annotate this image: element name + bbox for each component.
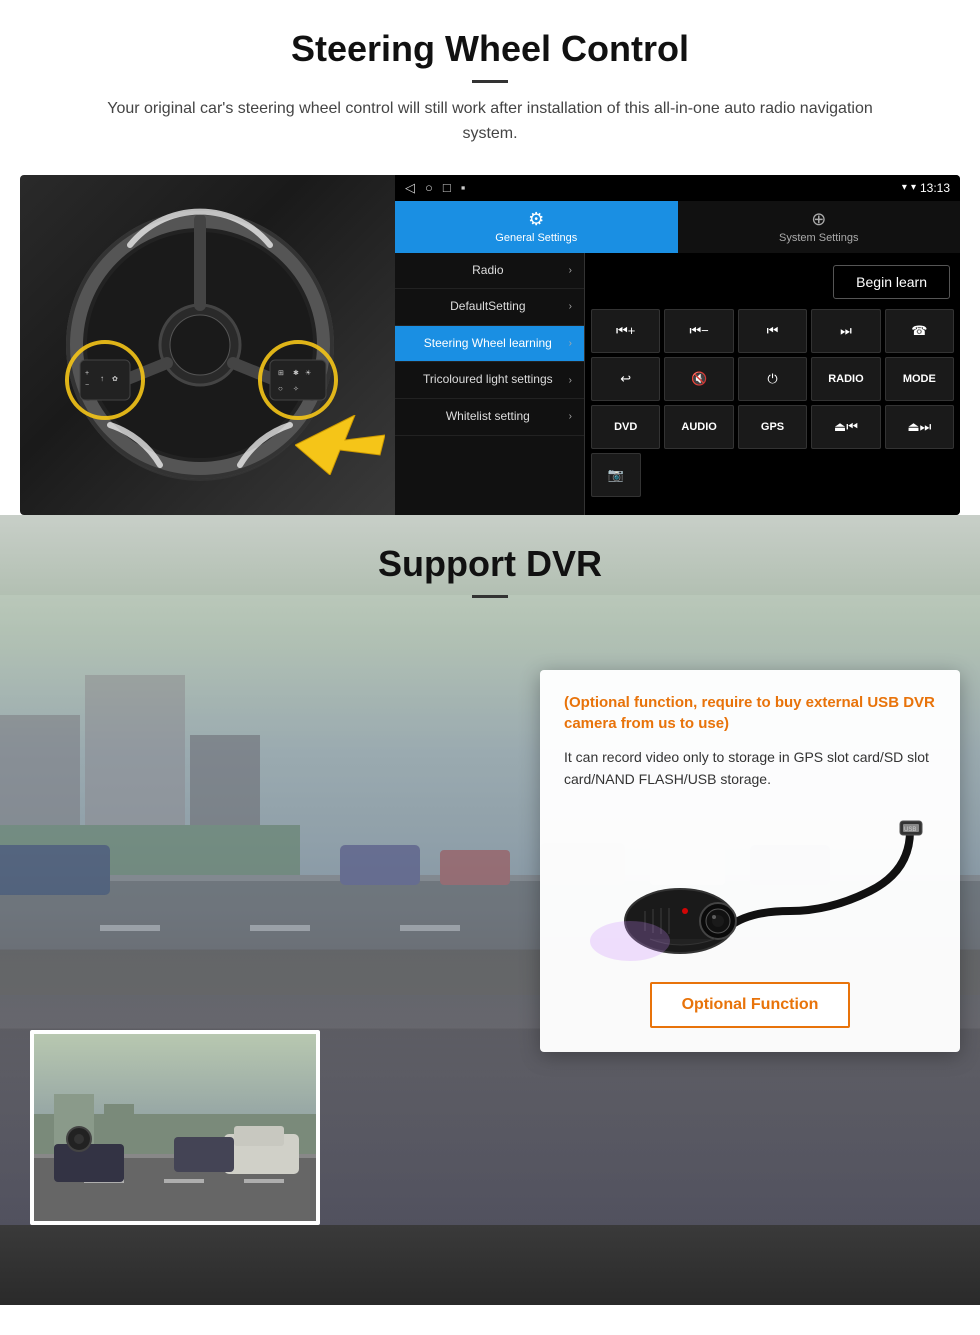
menu-item-tricoloured-label: Tricoloured light settings bbox=[407, 372, 569, 388]
menu-item-defaultsetting[interactable]: DefaultSetting › bbox=[395, 289, 584, 326]
menu-item-steering[interactable]: Steering Wheel learning › bbox=[395, 326, 584, 363]
ctrl-row-4: 📷 bbox=[591, 453, 954, 497]
ctrl-eject-next[interactable]: ⏏⏭ bbox=[885, 405, 954, 449]
chevron-whitelist-icon: › bbox=[569, 411, 572, 422]
steering-title: Steering Wheel Control bbox=[60, 28, 920, 70]
signal-icon: ▾ bbox=[902, 182, 907, 193]
chevron-steering-icon: › bbox=[569, 338, 572, 349]
menu-item-radio[interactable]: Radio › bbox=[395, 253, 584, 290]
dvr-section: Support DVR (Optional function, require … bbox=[0, 515, 980, 1305]
system-settings-icon: ⊕ bbox=[811, 209, 826, 230]
chevron-default-icon: › bbox=[569, 301, 572, 312]
menu-item-defaultsetting-label: DefaultSetting bbox=[407, 299, 569, 315]
chevron-radio-icon: › bbox=[569, 265, 572, 276]
control-grid: ⏮+ ⏮− ⏮ ⏭ ☎ ↩ 🔇 ⏻ RADIO MODE bbox=[591, 309, 954, 497]
menu-list: Radio › DefaultSetting › Steering Wheel … bbox=[395, 253, 585, 515]
menu-item-whitelist-label: Whitelist setting bbox=[407, 409, 569, 425]
dvr-small-photo bbox=[30, 1030, 320, 1225]
tab-system-settings[interactable]: ⊕ System Settings bbox=[678, 201, 961, 253]
dvr-description: It can record video only to storage in G… bbox=[564, 746, 936, 791]
svg-text:✱: ✱ bbox=[293, 369, 299, 377]
dvr-title: Support DVR bbox=[0, 543, 980, 585]
steering-composite: + − ↑ ✿ ⊞ ✱ ☀ ○ ✧ ◁ ○ □ ▪ ▾ ▾ bbox=[20, 175, 960, 515]
wifi-icon: ▾ bbox=[911, 182, 916, 193]
ctrl-power[interactable]: ⏻ bbox=[738, 357, 807, 401]
ctrl-radio[interactable]: RADIO bbox=[811, 357, 880, 401]
android-tabs: ⚙ General Settings ⊕ System Settings bbox=[395, 201, 960, 253]
ctrl-row-1: ⏮+ ⏮− ⏮ ⏭ ☎ bbox=[591, 309, 954, 353]
status-time: 13:13 bbox=[920, 181, 950, 195]
svg-text:✧: ✧ bbox=[293, 385, 299, 393]
ctrl-dvd[interactable]: DVD bbox=[591, 405, 660, 449]
general-settings-icon: ⚙ bbox=[528, 209, 544, 230]
svg-text:↑: ↑ bbox=[100, 374, 104, 383]
ctrl-vol-down[interactable]: ⏮− bbox=[664, 309, 733, 353]
menu-item-tricoloured[interactable]: Tricoloured light settings › bbox=[395, 362, 584, 399]
ctrl-mute[interactable]: 🔇 bbox=[664, 357, 733, 401]
ctrl-prev-track[interactable]: ⏮ bbox=[738, 309, 807, 353]
menu-item-radio-label: Radio bbox=[407, 263, 569, 279]
begin-learn-row: Begin learn bbox=[591, 259, 954, 305]
control-panel: Begin learn ⏮+ ⏮− ⏮ ⏭ ☎ ↩ 🔇 ⏻ bbox=[585, 253, 960, 515]
optional-function-button[interactable]: Optional Function bbox=[650, 982, 850, 1028]
section-divider bbox=[472, 80, 508, 83]
ctrl-row-3: DVD AUDIO GPS ⏏⏮ ⏏⏭ bbox=[591, 405, 954, 449]
menu-icon: ▪ bbox=[461, 180, 466, 196]
ctrl-camera[interactable]: 📷 bbox=[591, 453, 641, 497]
dashboard-strip bbox=[0, 1225, 980, 1305]
svg-text:+: + bbox=[85, 370, 89, 377]
svg-text:☀: ☀ bbox=[305, 369, 311, 377]
ctrl-back[interactable]: ↩ bbox=[591, 357, 660, 401]
ctrl-phone[interactable]: ☎ bbox=[885, 309, 954, 353]
svg-text:−: − bbox=[85, 382, 89, 389]
tab-system-label: System Settings bbox=[779, 232, 858, 244]
status-bar: ◁ ○ □ ▪ ▾ ▾ 13:13 bbox=[395, 175, 960, 201]
back-icon: ◁ bbox=[405, 180, 415, 196]
tab-general-label: General Settings bbox=[495, 232, 577, 244]
steering-photo: + − ↑ ✿ ⊞ ✱ ☀ ○ ✧ bbox=[20, 175, 395, 515]
dvr-optional-text: (Optional function, require to buy exter… bbox=[564, 692, 936, 734]
ctrl-eject-prev[interactable]: ⏏⏮ bbox=[811, 405, 880, 449]
ctrl-audio[interactable]: AUDIO bbox=[664, 405, 733, 449]
menu-item-whitelist[interactable]: Whitelist setting › bbox=[395, 399, 584, 436]
nav-icons: ◁ ○ □ ▪ bbox=[405, 180, 465, 196]
svg-text:✿: ✿ bbox=[112, 376, 118, 383]
dvr-content-area: (Optional function, require to buy exter… bbox=[0, 670, 980, 1053]
svg-text:USB: USB bbox=[904, 827, 916, 833]
ctrl-next-track[interactable]: ⏭ bbox=[811, 309, 880, 353]
menu-item-steering-label: Steering Wheel learning bbox=[407, 336, 569, 352]
svg-text:⊞: ⊞ bbox=[278, 370, 284, 377]
dvr-camera-svg: USB bbox=[570, 811, 930, 961]
ctrl-row-2: ↩ 🔇 ⏻ RADIO MODE bbox=[591, 357, 954, 401]
ctrl-vol-up[interactable]: ⏮+ bbox=[591, 309, 660, 353]
chevron-tricoloured-icon: › bbox=[569, 375, 572, 386]
svg-text:○: ○ bbox=[278, 384, 283, 393]
dvr-divider bbox=[472, 595, 508, 598]
recents-icon: □ bbox=[443, 180, 451, 196]
begin-learn-button[interactable]: Begin learn bbox=[833, 265, 950, 299]
dvr-small-photo-svg bbox=[34, 1034, 320, 1225]
android-panel: ◁ ○ □ ▪ ▾ ▾ 13:13 ⚙ General Settings ⊕ S… bbox=[395, 175, 960, 515]
tab-general-settings[interactable]: ⚙ General Settings bbox=[395, 201, 678, 253]
ctrl-gps[interactable]: GPS bbox=[738, 405, 807, 449]
dvr-camera-illustration: USB bbox=[564, 806, 936, 966]
dvr-info-card: (Optional function, require to buy exter… bbox=[540, 670, 960, 1053]
dvr-header: Support DVR bbox=[0, 515, 980, 610]
android-content: Radio › DefaultSetting › Steering Wheel … bbox=[395, 253, 960, 515]
steering-description: Your original car's steering wheel contr… bbox=[80, 97, 900, 147]
home-icon: ○ bbox=[425, 180, 433, 196]
arrow-overlay-icon bbox=[295, 415, 385, 475]
steering-header: Steering Wheel Control Your original car… bbox=[0, 0, 980, 157]
ctrl-mode[interactable]: MODE bbox=[885, 357, 954, 401]
